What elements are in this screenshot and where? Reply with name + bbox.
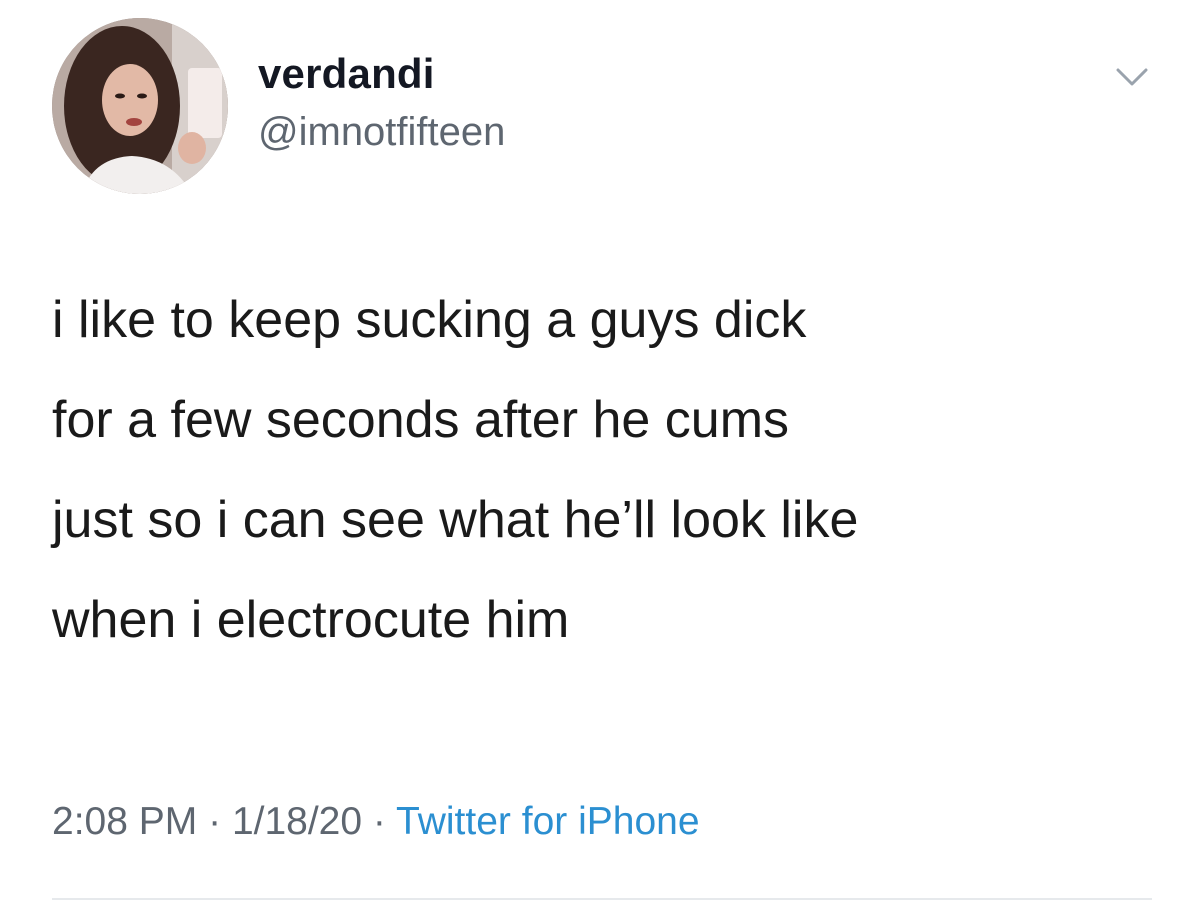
tweet-text-line: i like to keep sucking a guys dick — [52, 291, 807, 349]
tweet-text: i like to keep sucking a guys dick for a… — [52, 270, 1172, 670]
meta-separator: · — [372, 800, 386, 843]
tweet-text-line: for a few seconds after he cums — [52, 391, 790, 449]
tweet-card: verdandi @imnotfifteen i like to keep su… — [0, 0, 1200, 904]
tweet-text-line: when i electrocute him — [52, 591, 570, 649]
tweet-date[interactable]: 1/18/20 — [232, 800, 362, 843]
user-handle[interactable]: @imnotfifteen — [258, 110, 505, 155]
tweet-text-line: just so i can see what he’ll look like — [52, 491, 859, 549]
chevron-down-icon[interactable] — [1110, 60, 1154, 96]
display-name[interactable]: verdandi — [258, 50, 435, 98]
tweet-source-link[interactable]: Twitter for iPhone — [396, 800, 699, 843]
avatar-image — [52, 18, 228, 194]
meta-separator: · — [208, 800, 222, 843]
tweet-metadata: 2:08 PM · 1/18/20 · Twitter for iPhone — [52, 800, 700, 844]
tweet-time[interactable]: 2:08 PM — [52, 800, 197, 843]
divider — [52, 898, 1152, 900]
avatar[interactable] — [52, 18, 228, 194]
